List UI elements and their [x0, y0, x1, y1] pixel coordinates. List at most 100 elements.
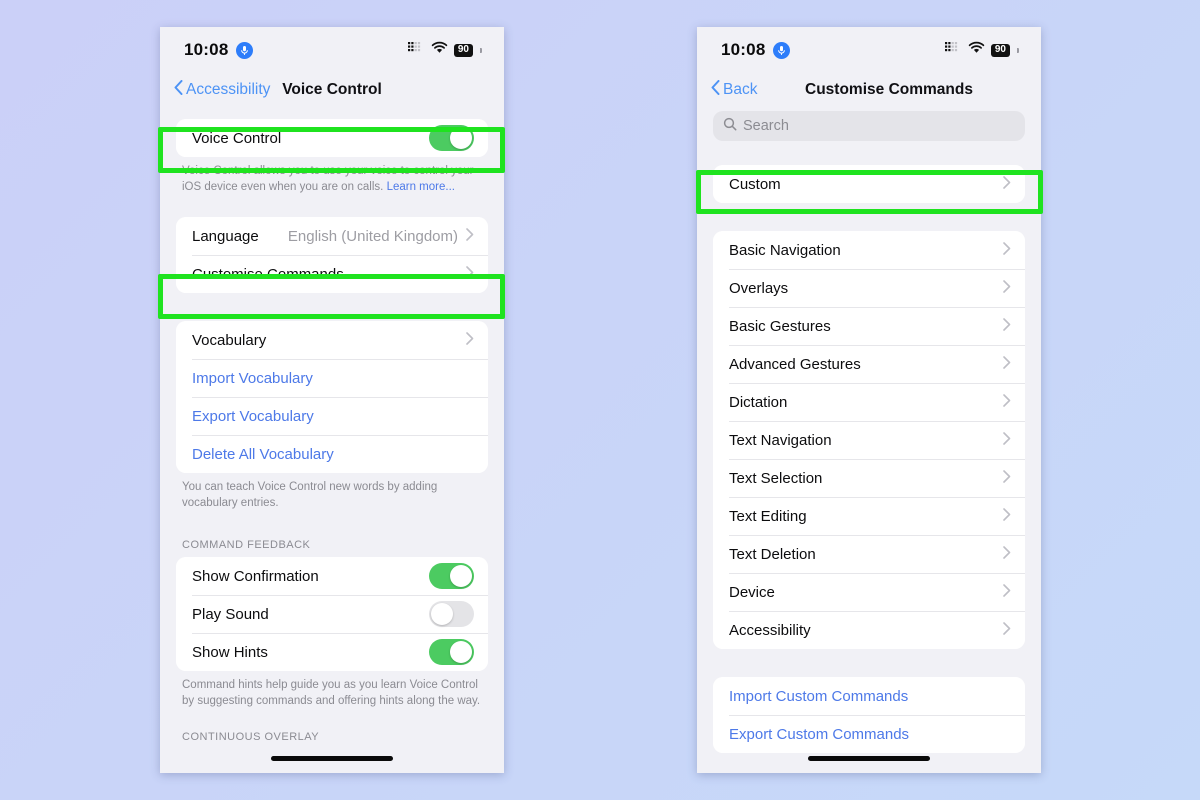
row-label-dictation: Dictation: [729, 393, 788, 411]
back-button-label: Back: [723, 81, 758, 98]
footnote-command-feedback: Command hints help guide you as you lear…: [182, 679, 481, 707]
chevron-right-icon: [466, 228, 474, 244]
wifi-icon: [431, 41, 448, 59]
chevron-right-icon: [1003, 394, 1011, 410]
search-placeholder: Search: [743, 118, 789, 134]
toggle-show-confirmation[interactable]: [429, 563, 474, 590]
status-bar-right-group: 90: [407, 41, 482, 59]
row-overlays[interactable]: Overlays: [713, 269, 1025, 307]
status-bar-right: 10:08 90: [697, 27, 1041, 73]
row-customise-commands[interactable]: Customise Commands: [176, 255, 488, 294]
row-delete-all-vocabulary[interactable]: Delete All Vocabulary: [176, 435, 488, 474]
search-bar-container: Search: [697, 107, 1041, 149]
footnote-voice-control: Voice Control allows you to use your voi…: [160, 157, 504, 195]
row-label-show-hints: Show Hints: [192, 643, 268, 661]
search-input[interactable]: Search: [713, 111, 1025, 141]
vocabulary-group: Vocabulary Import Vocabulary Export Voca…: [176, 321, 488, 474]
toggle-knob: [450, 127, 472, 149]
chevron-right-icon: [1003, 584, 1011, 600]
row-label-import-vocabulary: Import Vocabulary: [192, 369, 313, 387]
row-show-confirmation[interactable]: Show Confirmation: [176, 557, 488, 596]
back-button[interactable]: Back: [711, 80, 757, 100]
row-label-delete-all-vocabulary: Delete All Vocabulary: [192, 445, 334, 463]
chevron-left-icon: [174, 80, 183, 100]
row-label-text-deletion: Text Deletion: [729, 545, 816, 563]
row-custom[interactable]: Custom: [713, 165, 1025, 203]
battery-indicator: 90: [453, 43, 473, 57]
row-dictation[interactable]: Dictation: [713, 383, 1025, 421]
row-text-editing[interactable]: Text Editing: [713, 497, 1025, 535]
row-label-vocabulary: Vocabulary: [192, 331, 267, 349]
toggle-play-sound[interactable]: [429, 601, 474, 628]
row-import-custom-commands[interactable]: Import Custom Commands: [713, 677, 1025, 715]
battery-level-label: 90: [457, 43, 469, 55]
footnote-vocabulary: You can teach Voice Control new words by…: [182, 481, 438, 509]
settings-group: Language English (United Kingdom) Custom…: [176, 217, 488, 294]
row-language[interactable]: Language English (United Kingdom): [176, 217, 488, 256]
row-export-custom-commands[interactable]: Export Custom Commands: [713, 715, 1025, 753]
status-bar-left: 10:08 90: [160, 27, 504, 73]
row-accessibility[interactable]: Accessibility: [713, 611, 1025, 649]
section-header-command-feedback: COMMAND FEEDBACK: [182, 539, 311, 552]
status-bar-right-group: 90: [944, 41, 1019, 59]
row-label-advanced-gestures: Advanced Gestures: [729, 355, 861, 373]
row-label-play-sound: Play Sound: [192, 605, 269, 623]
chevron-right-icon: [1003, 546, 1011, 562]
row-basic-gestures[interactable]: Basic Gestures: [713, 307, 1025, 345]
row-text-navigation[interactable]: Text Navigation: [713, 421, 1025, 459]
learn-more-link[interactable]: Learn more...: [387, 181, 455, 193]
microphone-icon: [236, 41, 254, 59]
toggle-knob: [431, 603, 453, 626]
row-label-custom: Custom: [729, 175, 781, 193]
row-label-text-selection: Text Selection: [729, 469, 823, 487]
row-export-vocabulary[interactable]: Export Vocabulary: [176, 397, 488, 436]
chevron-right-icon: [1003, 356, 1011, 372]
nav-bar-left: Accessibility Voice Control: [160, 73, 504, 107]
row-play-sound[interactable]: Play Sound: [176, 595, 488, 634]
row-basic-navigation[interactable]: Basic Navigation: [713, 231, 1025, 269]
row-advanced-gestures[interactable]: Advanced Gestures: [713, 345, 1025, 383]
chevron-right-icon: [1003, 508, 1011, 524]
chevron-right-icon: [466, 266, 474, 282]
chevron-right-icon: [1003, 622, 1011, 638]
voice-control-group: Voice Control: [176, 119, 488, 157]
chevron-right-icon: [1003, 470, 1011, 486]
chevron-right-icon: [1003, 176, 1011, 192]
row-text-selection[interactable]: Text Selection: [713, 459, 1025, 497]
toggle-show-hints[interactable]: [429, 639, 474, 666]
row-voice-control[interactable]: Voice Control: [176, 119, 488, 157]
battery-indicator: 90: [990, 43, 1010, 57]
row-show-hints[interactable]: Show Hints: [176, 633, 488, 672]
toggle-voice-control[interactable]: [429, 125, 474, 151]
wifi-icon: [968, 41, 985, 59]
settings-scroll-right[interactable]: Search Custom Basic Navigation Overlays: [697, 107, 1041, 773]
back-button-accessibility[interactable]: Accessibility: [174, 80, 270, 100]
status-bar-left-group: 10:08: [721, 40, 791, 60]
row-label-overlays: Overlays: [729, 279, 789, 297]
chevron-right-icon: [466, 332, 474, 348]
battery-level-label: 90: [994, 43, 1006, 55]
cellular-signal-icon: [407, 41, 425, 59]
chevron-right-icon: [1003, 242, 1011, 258]
row-import-vocabulary[interactable]: Import Vocabulary: [176, 359, 488, 398]
row-device[interactable]: Device: [713, 573, 1025, 611]
row-vocabulary[interactable]: Vocabulary: [176, 321, 488, 360]
row-text-deletion[interactable]: Text Deletion: [713, 535, 1025, 573]
phone-screenshot-right: 10:08 90 Back Customise Commands Search …: [697, 27, 1041, 773]
back-button-label: Accessibility: [186, 81, 271, 98]
chevron-right-icon: [1003, 318, 1011, 334]
status-bar-time: 10:08: [721, 40, 766, 59]
settings-scroll-left[interactable]: Voice Control Voice Control allows you t…: [160, 107, 504, 773]
toggle-knob: [450, 641, 472, 664]
status-bar-time: 10:08: [184, 40, 229, 59]
row-label-customise-commands: Customise Commands: [192, 265, 344, 283]
battery-nub-icon: [1017, 47, 1019, 53]
command-feedback-group: Show Confirmation Play Sound Show Hints: [176, 557, 488, 672]
